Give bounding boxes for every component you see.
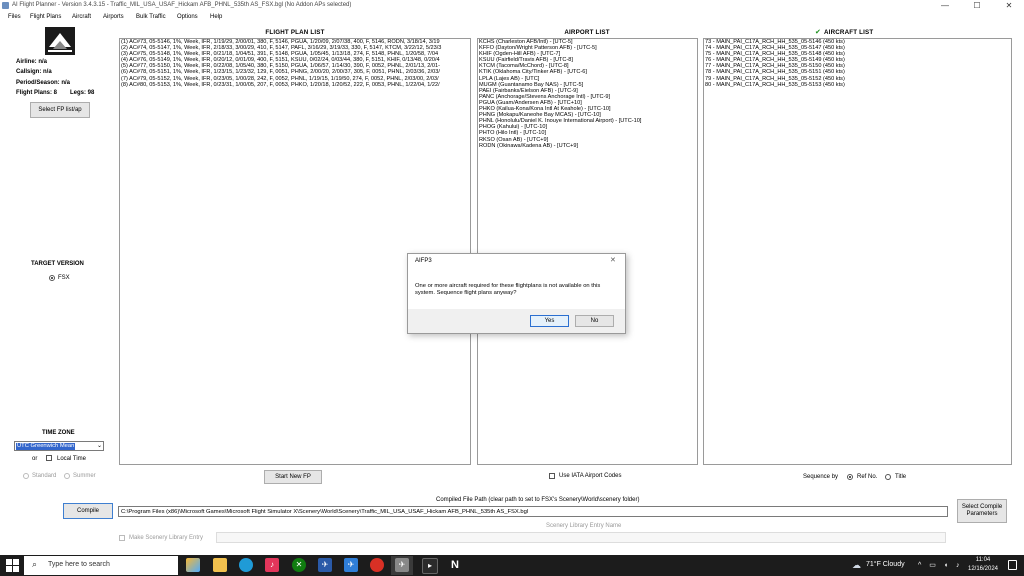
title-radio[interactable] [885, 474, 891, 480]
dialog-message: One or more aircraft required for these … [415, 283, 601, 296]
period-season-label: Period/Season: n/a [16, 80, 71, 86]
local-time-label: Local Time [57, 456, 87, 462]
list-item[interactable]: 80 - MAIN_PAI_C17A_RCH_HH_535_05-5153 (4… [704, 82, 1011, 88]
time-zone-select[interactable]: UTC Greenwich Mean ⌄ [14, 441, 104, 451]
yes-button[interactable]: Yes [530, 315, 569, 327]
music-icon[interactable]: ♪ [265, 558, 279, 572]
standard-radio[interactable] [23, 473, 29, 479]
time-zone-title: TIME ZONE [42, 430, 75, 436]
iata-codes-label: Use IATA Airport Codes [559, 473, 622, 479]
weather-text[interactable]: 71°F Cloudy [866, 561, 905, 568]
list-item[interactable]: (7) AC#79, 05-5152, 1%, Week, IFR, 0/23/… [120, 76, 470, 82]
flight-plans-count: Flight Plans: 8 [16, 90, 58, 96]
iata-codes-checkbox[interactable] [549, 473, 555, 479]
taskbar-search-box[interactable]: ⌕ Type here to search [24, 556, 178, 575]
edge-icon[interactable] [239, 558, 253, 572]
make-scenery-entry-checkbox[interactable] [119, 535, 125, 541]
window-title: AI Flight Planner - Version 3.4.3.15 - T… [12, 2, 352, 8]
notification-icon[interactable] [1008, 560, 1017, 570]
copilot-icon[interactable] [186, 558, 200, 572]
scenery-entry-name-label: Scenery Library Entry Name [546, 523, 622, 529]
menu-bulk-traffic[interactable]: Bulk Traffic [136, 14, 166, 20]
legs-count: Legs: 98 [70, 90, 95, 96]
time-zone-value: UTC Greenwich Mean [16, 443, 76, 450]
callsign-label: Callsign: n/a [16, 69, 52, 75]
terminal-icon[interactable]: ▸ [422, 558, 438, 574]
flight-plan-listbox[interactable]: (1) AC#73, 05-5146, 1%, Week, IFR, 1/19/… [119, 38, 471, 465]
menu-airports[interactable]: Airports [103, 14, 124, 20]
airline-label: Airline: n/a [16, 59, 48, 65]
file-explorer-icon[interactable] [213, 558, 227, 572]
xbox-icon[interactable]: ✕ [292, 558, 306, 572]
ref-no-radio[interactable] [847, 474, 853, 480]
standard-label: Standard [32, 473, 57, 479]
aircraft-listbox[interactable]: 73 - MAIN_PAI_C17A_RCH_HH_535_05-5146 (4… [703, 38, 1012, 465]
summer-label: Summer [73, 473, 96, 479]
title-bar: AI Flight Planner - Version 3.4.3.15 - T… [0, 0, 1024, 12]
list-item[interactable]: (6) AC#78, 05-5151, 1%, Week, IFR, 1/23/… [120, 69, 470, 75]
select-compile-parameters-label: Select Compile Parameters [961, 504, 1003, 517]
fsx-label: FSX [58, 275, 70, 281]
aircraft-list-title: AIRCRAFT LIST [824, 29, 874, 36]
notion-icon[interactable]: N [448, 558, 462, 572]
list-item[interactable]: (8) AC#80, 05-5153, 1%, Week, IFR, 0/23/… [120, 82, 470, 88]
ref-no-label: Ref No. [857, 474, 878, 480]
compiled-path-input[interactable]: C:\Program Files (x86)\Microsoft Games\M… [118, 506, 948, 517]
weather-icon[interactable]: ☁ [852, 560, 861, 571]
clock-time[interactable]: 11:04 [966, 557, 1000, 563]
airport-listbox[interactable]: KCHS (Charleston AFB/Intl) - [UTC-5] KFF… [477, 38, 698, 465]
menu-aircraft[interactable]: Aircraft [72, 14, 91, 20]
close-button[interactable]: ✕ [994, 0, 1024, 12]
make-scenery-entry-label: Make Scenery Library Entry [129, 535, 204, 541]
confirm-dialog: AIFP3 ✕ One or more aircraft required fo… [407, 253, 626, 334]
airport-list-title: AIRPORT LIST [564, 29, 610, 36]
no-button[interactable]: No [575, 315, 614, 327]
menu-help[interactable]: Help [210, 14, 222, 20]
scenery-entry-name-input[interactable] [216, 532, 946, 543]
maximize-button[interactable]: ☐ [962, 0, 992, 12]
local-time-checkbox[interactable] [46, 455, 52, 461]
title-sort-label: Title [895, 474, 907, 480]
flight-plan-list-title: FLIGHT PLAN LIST [265, 29, 325, 36]
app-icon [2, 2, 9, 9]
flight-icon[interactable]: ✈ [318, 558, 332, 572]
target-version-title: TARGET VERSION [31, 261, 84, 267]
airline-logo-icon [45, 27, 75, 55]
dialog-close-button[interactable]: ✕ [610, 256, 616, 264]
menu-options[interactable]: Options [177, 14, 198, 20]
or-label: or [32, 456, 38, 462]
chevron-down-icon: ⌄ [96, 443, 102, 449]
menu-flight-plans[interactable]: Flight Plans [30, 14, 61, 20]
list-item[interactable]: RODN (Okinawa/Kadena AB) - [UTC+9] [478, 143, 697, 149]
check-mark-icon: ✔ [815, 29, 821, 36]
start-new-fp-button[interactable]: Start New FP [264, 470, 322, 484]
chrome-icon[interactable]: ✈ [344, 558, 358, 572]
dialog-footer: Yes No [408, 309, 625, 333]
sequence-by-label: Sequence by [803, 474, 839, 480]
compile-button[interactable]: Compile [63, 503, 113, 519]
planner-icon[interactable]: ✈ [395, 558, 409, 572]
browser-icon[interactable] [370, 558, 384, 572]
select-fp-list-button[interactable]: Select FP list/ap [30, 102, 90, 118]
summer-radio[interactable] [64, 473, 70, 479]
clock-date[interactable]: 12/16/2024 [962, 566, 1004, 572]
tray-icons[interactable]: ^ ▭ ◖ ♪ [918, 561, 962, 569]
minimize-button[interactable]: — [930, 0, 960, 12]
windows-start-icon[interactable] [6, 559, 19, 572]
taskbar-search-placeholder: Type here to search [48, 561, 110, 568]
select-compile-parameters-button[interactable]: Select Compile Parameters [957, 499, 1007, 523]
compiled-path-label: Compiled File Path (clear path to set to… [436, 497, 640, 503]
dialog-title: AIFP3 [415, 258, 432, 264]
search-icon: ⌕ [32, 559, 38, 569]
fsx-radio[interactable] [49, 275, 55, 281]
menu-files[interactable]: Files [8, 14, 21, 20]
